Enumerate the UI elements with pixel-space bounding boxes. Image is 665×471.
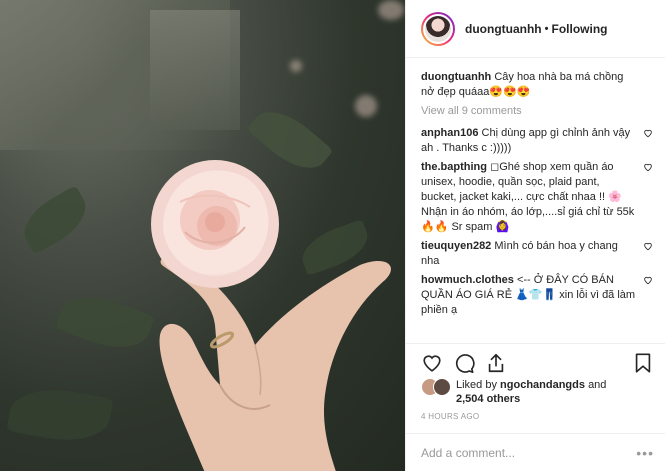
add-comment-bar: Add a comment... ••• <box>406 433 665 471</box>
likes-and: and <box>588 379 607 391</box>
bookmark-icon[interactable] <box>632 352 654 374</box>
comment-item: tieuquyen282 Mình có bán hoa y chang nha <box>421 239 653 269</box>
photo-leaf <box>6 381 114 449</box>
photo-leaf <box>55 285 155 360</box>
post-side-panel: duongtuanhh • Following duongtuanhh Cây … <box>405 0 665 471</box>
liker-avatar <box>433 378 451 396</box>
comment-item: the.bapthing ◻Ghé shop xem quần áo unise… <box>421 160 653 235</box>
comment-username[interactable]: the.bapthing <box>421 161 487 173</box>
post-header: duongtuanhh • Following <box>406 0 665 58</box>
photo-leaf <box>14 185 96 255</box>
comment-item: anphan106 Chị dùng app gì chỉnh ảnh vậy … <box>421 126 653 156</box>
likes-prefix: Liked by <box>456 379 497 391</box>
likes-count-link[interactable]: 2,504 others <box>456 393 520 405</box>
more-options-icon[interactable]: ••• <box>636 445 654 461</box>
photo-blur-flower <box>290 60 302 72</box>
comment-item: howmuch.clothes <-- Ở ĐÂY CÓ BÁN QUẦN ÁO… <box>421 273 653 318</box>
post-caption: duongtuanhh Cây hoa nhà ba má chồng nở đ… <box>421 70 653 100</box>
comment-like-icon[interactable] <box>643 241 653 251</box>
comment-username[interactable]: tieuquyen282 <box>421 240 491 252</box>
photo-background-shape <box>150 10 240 130</box>
view-all-comments-link[interactable]: View all 9 comments <box>421 104 653 119</box>
liker-username[interactable]: ngochandangds <box>500 379 585 391</box>
post-timestamp[interactable]: 4 HOURS AGO <box>421 412 479 421</box>
comment-like-icon[interactable] <box>643 162 653 172</box>
comment-icon[interactable] <box>453 352 475 374</box>
share-icon[interactable] <box>485 352 507 374</box>
heart-icon[interactable] <box>421 352 443 374</box>
photo-blur-flower <box>355 95 377 117</box>
header-username[interactable]: duongtuanhh <box>465 22 542 36</box>
photo-blur-flower <box>378 0 404 20</box>
following-button[interactable]: Following <box>552 22 608 36</box>
avatar-image <box>425 15 451 42</box>
header-separator: • <box>544 22 549 35</box>
caption-username[interactable]: duongtuanhh <box>421 71 491 83</box>
instagram-post: duongtuanhh • Following duongtuanhh Cây … <box>0 0 665 471</box>
rose-flower <box>151 160 279 288</box>
comment-like-icon[interactable] <box>643 275 653 285</box>
action-bar <box>406 343 665 378</box>
comments-list[interactable]: duongtuanhh Cây hoa nhà ba má chồng nở đ… <box>406 58 665 342</box>
comment-username[interactable]: anphan106 <box>421 127 478 139</box>
likes-summary: Liked by ngochandangds and 2,504 others <box>421 378 656 406</box>
add-comment-input[interactable]: Add a comment... <box>421 446 636 460</box>
post-photo[interactable] <box>0 0 405 471</box>
comment-username[interactable]: howmuch.clothes <box>421 274 514 286</box>
avatar[interactable] <box>421 11 455 46</box>
comment-like-icon[interactable] <box>643 128 653 138</box>
